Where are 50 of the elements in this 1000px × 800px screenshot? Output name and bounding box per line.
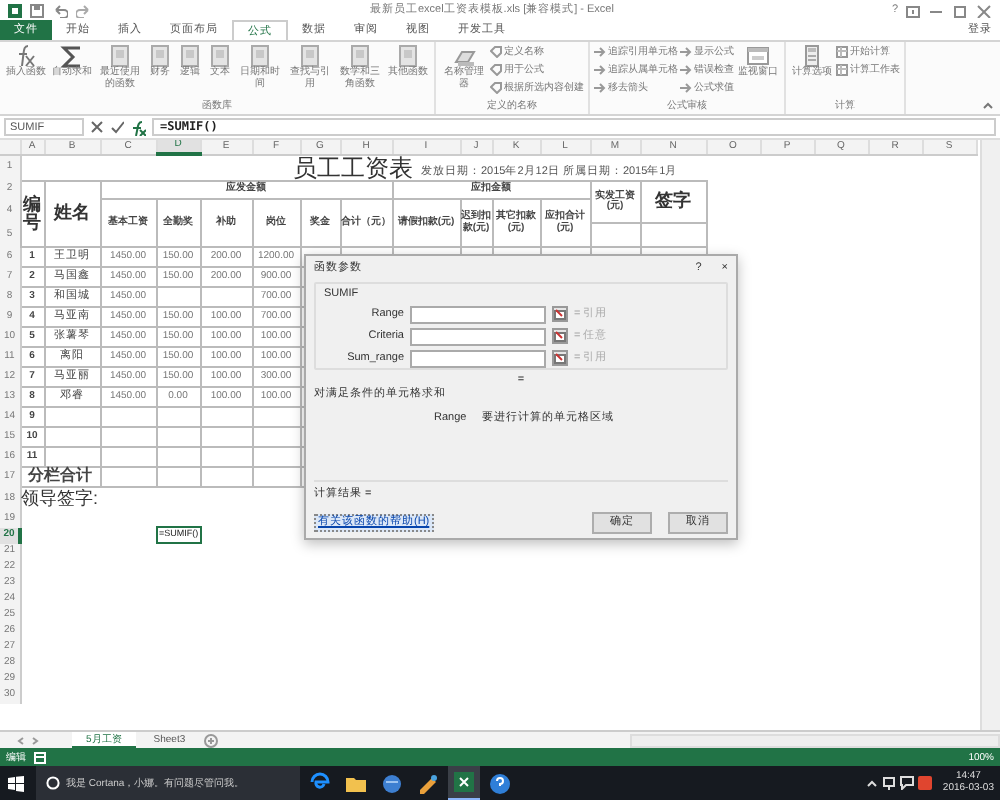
- input-field[interactable]: [410, 305, 546, 324]
- input-field[interactable]: [410, 327, 546, 346]
- signature-label: 领导签字:: [20, 487, 200, 511]
- arrow-icon: [680, 46, 692, 58]
- collapse-button[interactable]: [552, 328, 568, 345]
- arrow-icon: [594, 64, 606, 76]
- message-icon[interactable]: [900, 776, 915, 790]
- ribbon-display-icon[interactable]: [906, 3, 920, 17]
- browser-icon[interactable]: [308, 771, 332, 795]
- sum-icon: [60, 44, 84, 68]
- input-field[interactable]: [410, 349, 546, 368]
- collapse-button[interactable]: [552, 306, 568, 323]
- sheet-icon: [836, 46, 848, 58]
- windows-icon[interactable]: [8, 775, 24, 791]
- help-icon[interactable]: [488, 771, 512, 795]
- network-icon[interactable]: [882, 776, 897, 790]
- excel-icon[interactable]: [452, 770, 476, 794]
- undo-icon[interactable]: [52, 3, 68, 17]
- input-method-icon[interactable]: [918, 776, 933, 790]
- sheet-icon: [836, 64, 848, 76]
- cortana-icon: [46, 776, 60, 790]
- table-header-cell: 姓名: [44, 181, 100, 247]
- macro-icon: [34, 751, 46, 763]
- check-icon[interactable]: [110, 120, 124, 134]
- globe-icon[interactable]: [380, 771, 404, 795]
- vertical-scrollbar[interactable]: [980, 140, 1000, 730]
- add-sheet-icon[interactable]: [203, 733, 218, 747]
- close-icon[interactable]: [976, 3, 992, 17]
- save-icon[interactable]: [30, 3, 44, 17]
- arrow-icon: [594, 82, 606, 94]
- function-icon: [14, 44, 38, 68]
- sheet-title: 员工工资表: [293, 156, 413, 180]
- table-cell: 分栏合计: [20, 467, 100, 487]
- table-header-cell: 签字: [640, 181, 706, 223]
- collapse-button[interactable]: [552, 350, 568, 367]
- previous-icon[interactable]: [16, 735, 26, 745]
- maximize-icon[interactable]: [952, 3, 968, 17]
- paint-icon[interactable]: [416, 771, 440, 795]
- next-icon[interactable]: [30, 735, 40, 745]
- calculator-icon: [800, 44, 824, 68]
- excel-icon: [8, 3, 22, 17]
- horizontal-scrollbar[interactable]: [630, 733, 1000, 747]
- chevron-up-icon[interactable]: [866, 777, 879, 789]
- function-icon[interactable]: [130, 119, 146, 135]
- cancel-icon[interactable]: [90, 120, 104, 134]
- arrow-icon: [680, 82, 692, 94]
- arrow-icon: [680, 64, 692, 76]
- arrow-icon: [594, 46, 606, 58]
- redo-icon[interactable]: [76, 3, 92, 17]
- collapse-ribbon-icon[interactable]: [982, 100, 994, 110]
